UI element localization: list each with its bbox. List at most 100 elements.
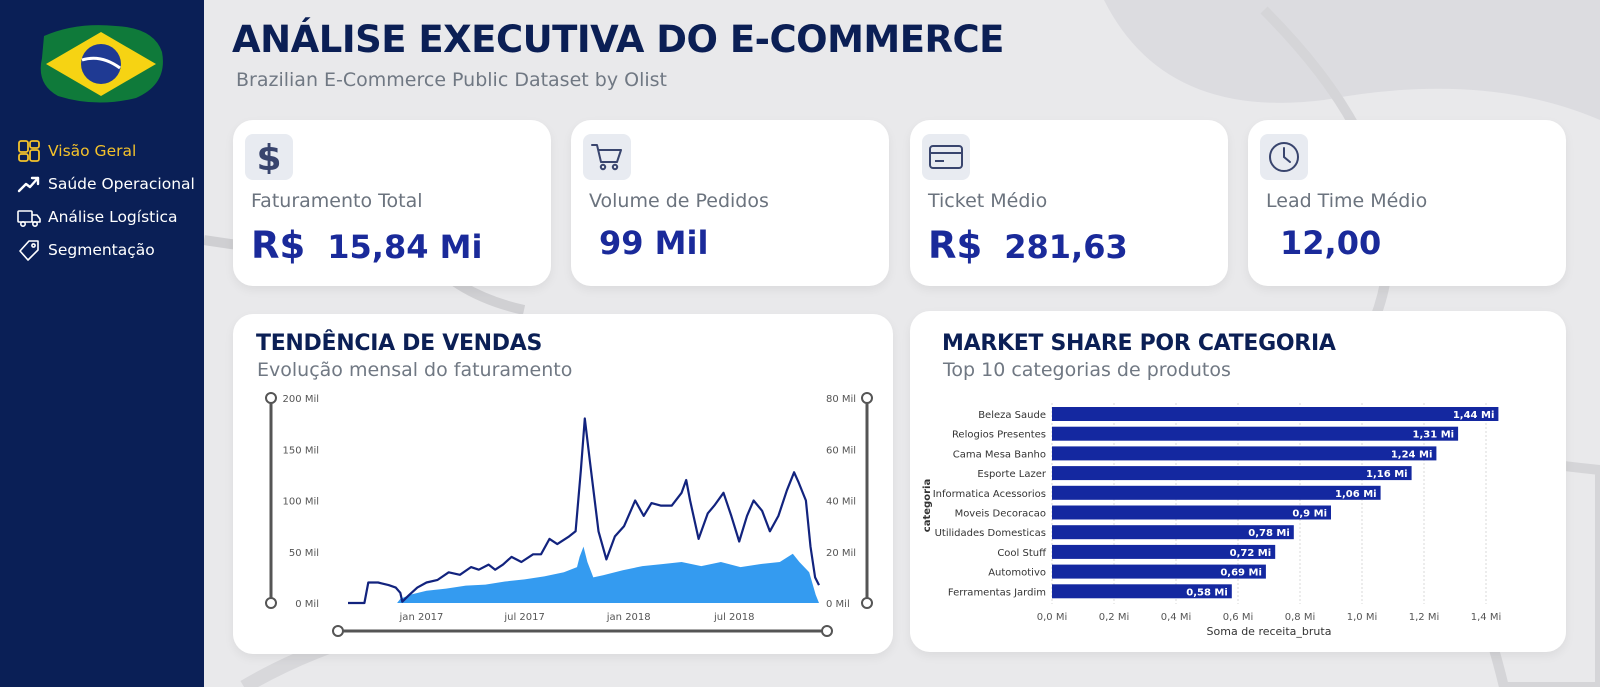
left-axis-tick: 100 Mil — [283, 497, 319, 508]
kpi-card-pedidos: Volume de Pedidos 99 Mil — [571, 120, 889, 286]
right-axis-tick: 80 Mil — [826, 394, 856, 405]
svg-text:$: $ — [256, 140, 281, 174]
x-axis-title: Soma de receita_bruta — [1207, 625, 1332, 638]
page-subtitle: Brazilian E-Commerce Public Dataset by O… — [236, 69, 667, 91]
category-bar[interactable] — [1052, 446, 1437, 461]
bar-value-label: 1,16 Mi — [1366, 469, 1408, 480]
bar-value-label: 1,24 Mi — [1391, 449, 1433, 460]
category-label: Cool Stuff — [997, 548, 1047, 559]
category-label: Ferramentas Jardim — [948, 587, 1046, 598]
slider-handle[interactable] — [265, 392, 277, 404]
left-axis-tick: 150 Mil — [283, 445, 319, 456]
slider-handle[interactable] — [821, 625, 833, 637]
category-label: Informatica Acessorios — [933, 489, 1046, 500]
slider-handle[interactable] — [265, 597, 277, 609]
x-axis-tick: 0,8 Mi — [1285, 612, 1316, 623]
kpi-number: 281,63 — [1004, 228, 1128, 266]
kpi-card-ticket: Ticket Médio R$ 281,63 — [910, 120, 1228, 286]
currency-prefix: R$ — [251, 224, 306, 267]
bar-value-label: 0,69 Mi — [1220, 568, 1262, 579]
category-label: Esporte Lazer — [977, 469, 1046, 480]
kpi-number: 12,00 — [1280, 224, 1382, 262]
sidebar-item-label: Saúde Operacional — [48, 174, 195, 193]
right-axis-tick: 0 Mil — [826, 599, 850, 610]
left-axis-tick: 50 Mil — [289, 548, 319, 559]
slider-handle[interactable] — [332, 625, 344, 637]
trend-icon — [16, 171, 42, 197]
x-axis-tick: 1,4 Mi — [1471, 612, 1502, 623]
bar-value-label: 1,31 Mi — [1413, 430, 1455, 441]
kpi-value: R$ 281,63 — [928, 224, 1128, 267]
x-axis-tick: 0,2 Mi — [1099, 612, 1130, 623]
left-axis-tick: 0 Mil — [295, 599, 319, 610]
kpi-number: 99 Mil — [599, 224, 709, 262]
category-label: Automotivo — [988, 568, 1046, 579]
kpi-label: Volume de Pedidos — [589, 190, 769, 212]
bar-value-label: 0,9 Mi — [1292, 509, 1327, 520]
slider-handle[interactable] — [861, 392, 873, 404]
credit-card-icon — [922, 134, 970, 180]
kpi-card-faturamento: $ Faturamento Total R$ 15,84 Mi — [233, 120, 551, 286]
clock-icon — [1260, 134, 1308, 180]
sidebar-item-saude-operacional[interactable]: Saúde Operacional — [16, 167, 195, 200]
category-bar[interactable] — [1052, 426, 1459, 441]
bar-value-label: 1,06 Mi — [1335, 489, 1377, 500]
cart-icon — [583, 134, 631, 180]
category-label: Utilidades Domesticas — [935, 528, 1046, 539]
sidebar-nav: Visão Geral Saúde Operacional Análise Lo… — [16, 134, 195, 266]
x-axis-tick: 1,2 Mi — [1409, 612, 1440, 623]
x-axis-tick: 0,6 Mi — [1223, 612, 1254, 623]
trend-panel: TENDÊNCIA DE VENDAS Evolução mensal do f… — [233, 314, 893, 654]
dollar-icon: $ — [245, 134, 293, 180]
x-axis-tick: jul 2018 — [713, 612, 755, 623]
market-share-chart: 0,0 Mi 0,2 Mi 0,4 Mi 0,6 Mi 0,8 Mi 1,0 Mi 1,2 … — [922, 403, 1502, 638]
category-bar[interactable] — [1052, 407, 1499, 421]
slider-handle[interactable] — [861, 597, 873, 609]
x-axis-tick: 0,4 Mi — [1161, 612, 1192, 623]
kpi-value: R$ 15,84 Mi — [251, 224, 482, 267]
x-axis-tick: jan 2017 — [399, 612, 444, 623]
sidebar-item-label: Segmentação — [48, 240, 155, 259]
category-bar[interactable] — [1052, 466, 1412, 481]
kpi-label: Faturamento Total — [251, 190, 423, 212]
category-bar[interactable] — [1052, 505, 1331, 520]
x-axis-tick: jul 2017 — [503, 612, 545, 623]
brazil-flag-logo — [40, 25, 163, 103]
category-bar[interactable] — [1052, 485, 1381, 500]
sidebar-item-visao-geral[interactable]: Visão Geral — [16, 134, 195, 167]
sidebar-item-label: Análise Logística — [48, 207, 178, 226]
currency-prefix: R$ — [928, 224, 983, 267]
truck-icon — [16, 204, 42, 230]
page-title: ANÁLISE EXECUTIVA DO E-COMMERCE — [232, 18, 1004, 61]
category-label: Relogios Presentes — [952, 430, 1046, 441]
sidebar-item-label: Visão Geral — [48, 141, 137, 160]
market-share-panel: MARKET SHARE POR CATEGORIA Top 10 catego… — [910, 311, 1566, 652]
bar-value-label: 1,44 Mi — [1453, 410, 1495, 421]
tag-icon — [16, 237, 42, 263]
right-axis-tick: 60 Mil — [826, 445, 856, 456]
kpi-label: Lead Time Médio — [1266, 190, 1428, 212]
right-axis-tick: 20 Mil — [826, 548, 856, 559]
y-axis-title: categoria — [922, 479, 933, 532]
category-label: Cama Mesa Banho — [953, 449, 1046, 460]
bar-value-label: 0,58 Mi — [1186, 587, 1228, 598]
left-axis-tick: 200 Mil — [283, 394, 319, 405]
sidebar-item-analise-logistica[interactable]: Análise Logística — [16, 200, 195, 233]
x-axis-tick: 1,0 Mi — [1347, 612, 1378, 623]
bar-value-label: 0,78 Mi — [1248, 528, 1290, 539]
x-axis-tick: 0,0 Mi — [1037, 612, 1068, 623]
kpi-value: 12,00 — [1280, 224, 1381, 262]
category-label: Beleza Saude — [978, 410, 1046, 421]
category-label: Moveis Decoracao — [955, 509, 1046, 520]
kpi-label: Ticket Médio — [928, 190, 1048, 212]
bar-value-label: 0,72 Mi — [1230, 548, 1272, 559]
sidebar: Visão Geral Saúde Operacional Análise Lo… — [0, 0, 204, 687]
trend-chart: 0 Mil 50 Mil 100 Mil 150 Mil 200 Mil 0 Mil 20 … — [265, 392, 873, 637]
main-area: ANÁLISE EXECUTIVA DO E-COMMERCE Brazilia… — [204, 0, 1600, 687]
sidebar-item-segmentacao[interactable]: Segmentação — [16, 233, 195, 266]
x-axis-tick: jan 2018 — [606, 612, 651, 623]
dashboard-icon — [16, 138, 42, 164]
right-axis-tick: 40 Mil — [826, 497, 856, 508]
kpi-value: 99 Mil — [599, 224, 708, 262]
kpi-number: 15,84 Mi — [327, 228, 483, 266]
